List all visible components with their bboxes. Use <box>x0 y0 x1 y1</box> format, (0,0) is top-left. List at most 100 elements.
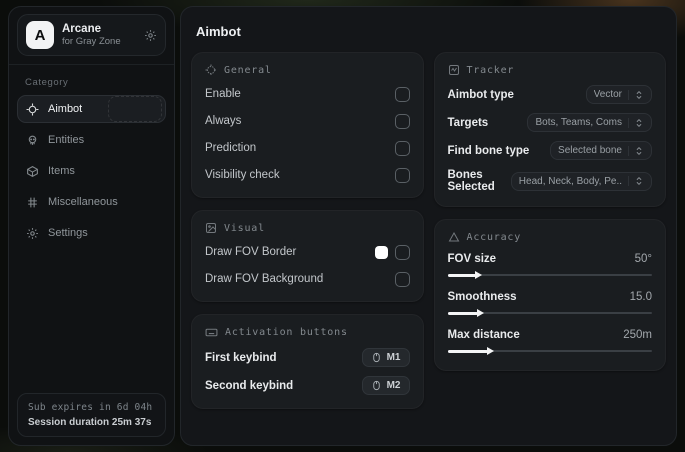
session-duration-text: Session duration 25m 37s <box>28 417 152 428</box>
general-card: General Enable Always Prediction Visibil… <box>191 52 424 198</box>
subscription-info: Sub expires in 6d 04h Session duration 2… <box>17 393 166 437</box>
visibility-check-label: Visibility check <box>205 169 280 181</box>
fov-size-setting: FOV size 50° <box>447 253 652 281</box>
max-distance-label: Max distance <box>447 329 520 341</box>
draw-fov-background-checkbox[interactable] <box>394 271 410 287</box>
visual-card: Visual Draw FOV Border Draw FOV Backgrou… <box>191 210 424 302</box>
fov-size-value: 50° <box>634 253 652 265</box>
fov-size-slider[interactable] <box>447 269 652 281</box>
card-title: General <box>224 64 272 76</box>
sidebar-nav: Aimbot Entities Items Miscellaneous Sett… <box>9 95 174 247</box>
targets-dropdown[interactable]: Bots, Teams, Coms <box>527 113 652 132</box>
ghost-artifact <box>108 96 162 122</box>
logo-section: A Arcane for Gray Zone <box>9 7 174 65</box>
category-label: Category <box>25 77 69 88</box>
sidebar-item-label: Aimbot <box>48 103 83 115</box>
aimbot-type-dropdown[interactable]: Vector <box>585 85 652 104</box>
mouse-icon <box>371 352 382 363</box>
prediction-label: Prediction <box>205 142 257 154</box>
smoothness-slider[interactable] <box>447 307 652 319</box>
second-keybind-button[interactable]: M2 <box>361 376 410 395</box>
chevrons-up-down-icon <box>628 117 644 128</box>
right-column: Tracker Aimbot type Vector Targets Bots,… <box>433 52 666 409</box>
image-icon <box>205 222 217 234</box>
tracker-card: Tracker Aimbot type Vector Targets Bots,… <box>433 52 666 207</box>
sidebar-item-label: Miscellaneous <box>48 196 118 208</box>
gear-icon <box>26 227 39 240</box>
accuracy-card: Accuracy FOV size 50° Smoothness 15.0 Ma… <box>433 219 666 371</box>
sidebar-item-label: Items <box>48 165 75 177</box>
page-title: Aimbot <box>196 24 241 39</box>
dropdown-value: Vector <box>593 89 622 100</box>
crosshair-icon <box>205 64 217 76</box>
enable-checkbox[interactable] <box>394 86 410 102</box>
bones-selected-label: Bones Selected <box>447 169 495 193</box>
sidebar-item-miscellaneous[interactable]: Miscellaneous <box>17 188 166 216</box>
max-distance-value: 250m <box>623 329 652 341</box>
find-bone-type-dropdown[interactable]: Selected bone <box>550 141 652 160</box>
sliders-icon <box>26 196 39 209</box>
find-bone-type-label: Find bone type <box>447 144 530 157</box>
activation-buttons-card: Activation buttons First keybind M1 Seco… <box>191 314 424 409</box>
app-logo: A <box>26 21 54 49</box>
sidebar: A Arcane for Gray Zone Category Aimbot E… <box>8 6 175 446</box>
card-title: Visual <box>224 222 265 234</box>
smoothness-value: 15.0 <box>629 291 652 303</box>
slider-thumb[interactable] <box>477 309 485 317</box>
smoothness-label: Smoothness <box>447 291 517 303</box>
main-panel: Aimbot General Enable Always Prediction … <box>180 6 677 446</box>
bones-selected-dropdown[interactable]: Head, Neck, Body, Pe.. <box>510 171 652 191</box>
draw-fov-background-label: Draw FOV Background <box>205 273 324 285</box>
left-column: General Enable Always Prediction Visibil… <box>191 52 424 409</box>
package-icon <box>26 165 39 178</box>
settings-gear-icon[interactable] <box>144 29 157 42</box>
enable-label: Enable <box>205 88 241 100</box>
targets-label: Targets <box>447 116 489 129</box>
chevrons-up-down-icon <box>628 176 644 186</box>
chevrons-up-down-icon <box>628 145 644 156</box>
always-label: Always <box>205 115 242 127</box>
keyboard-icon <box>205 326 218 339</box>
dropdown-value: Selected bone <box>558 145 622 156</box>
sidebar-item-label: Settings <box>48 227 88 239</box>
card-title: Accuracy <box>466 231 522 243</box>
first-keybind-label: First keybind <box>205 351 277 364</box>
first-keybind-button[interactable]: M1 <box>361 348 410 367</box>
sidebar-item-items[interactable]: Items <box>17 157 166 185</box>
app-title-block: Arcane for Gray Zone <box>62 22 136 48</box>
prediction-checkbox[interactable] <box>394 140 410 156</box>
dropdown-value: Bots, Teams, Coms <box>535 117 622 128</box>
aimbot-type-label: Aimbot type <box>447 88 514 101</box>
chevrons-up-down-icon <box>628 89 644 100</box>
sidebar-item-settings[interactable]: Settings <box>17 219 166 247</box>
visibility-check-checkbox[interactable] <box>394 167 410 183</box>
app-name: Arcane <box>62 22 101 35</box>
draw-fov-border-label: Draw FOV Border <box>205 246 297 258</box>
max-distance-setting: Max distance 250m <box>447 329 652 357</box>
dropdown-value: Head, Neck, Body, Pe.. <box>518 175 622 187</box>
second-keybind-label: Second keybind <box>205 379 294 392</box>
logo-card: A Arcane for Gray Zone <box>17 14 166 56</box>
sub-expires-text: Sub expires in 6d 04h <box>28 402 153 413</box>
activity-icon <box>448 64 460 76</box>
always-checkbox[interactable] <box>394 113 410 129</box>
draw-fov-border-checkbox[interactable] <box>394 244 410 260</box>
slider-thumb[interactable] <box>487 347 495 355</box>
sidebar-item-label: Entities <box>48 134 85 146</box>
sidebar-item-aimbot[interactable]: Aimbot <box>17 95 166 123</box>
app-window: A Arcane for Gray Zone Category Aimbot E… <box>8 6 677 446</box>
mouse-icon <box>371 380 382 391</box>
entities-icon <box>26 134 39 147</box>
fov-border-color-swatch[interactable] <box>374 245 388 259</box>
smoothness-setting: Smoothness 15.0 <box>447 291 652 319</box>
triangle-icon <box>448 231 460 243</box>
keybind-value: M1 <box>386 352 401 363</box>
slider-thumb[interactable] <box>475 271 483 279</box>
app-subtitle: for Gray Zone <box>62 36 121 48</box>
sidebar-item-entities[interactable]: Entities <box>17 126 166 154</box>
fov-size-label: FOV size <box>447 253 497 265</box>
keybind-value: M2 <box>386 380 401 391</box>
card-title: Activation buttons <box>225 327 348 338</box>
card-title: Tracker <box>466 64 515 76</box>
max-distance-slider[interactable] <box>447 345 652 357</box>
